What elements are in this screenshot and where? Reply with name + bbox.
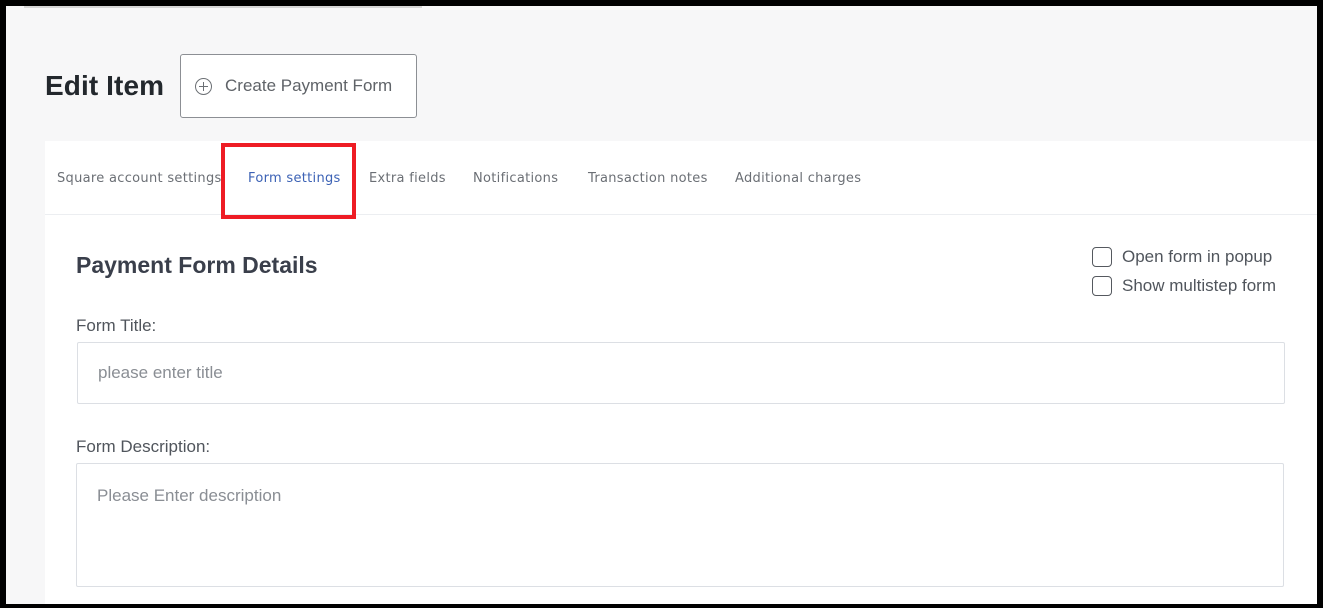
- tab-transaction-notes[interactable]: Transaction notes: [588, 171, 708, 186]
- page-title: Edit Item: [45, 70, 165, 101]
- section-title: Payment Form Details: [76, 252, 318, 278]
- form-title-label: Form Title:: [76, 316, 157, 335]
- create-payment-form-label: Create Payment Form: [225, 76, 393, 95]
- form-description-textarea[interactable]: [76, 463, 1284, 587]
- settings-panel: Square account settings Form settings Ex…: [45, 141, 1317, 604]
- top-scroll-strip: [24, 6, 422, 8]
- multistep-form-option[interactable]: Show multistep form: [1092, 276, 1276, 296]
- open-in-popup-option[interactable]: Open form in popup: [1092, 247, 1272, 267]
- create-payment-form-button[interactable]: Create Payment Form: [180, 54, 417, 118]
- tab-additional-charges[interactable]: Additional charges: [735, 171, 861, 186]
- tab-form-settings[interactable]: Form settings: [248, 171, 341, 186]
- tab-notifications[interactable]: Notifications: [473, 171, 558, 186]
- multistep-form-checkbox[interactable]: [1092, 276, 1112, 296]
- form-description-label: Form Description:: [76, 437, 211, 456]
- tab-square-account-settings[interactable]: Square account settings: [57, 171, 222, 186]
- plus-circle-icon: [195, 77, 212, 95]
- open-in-popup-checkbox[interactable]: [1092, 247, 1112, 267]
- open-in-popup-label: Open form in popup: [1122, 247, 1273, 266]
- tab-extra-fields[interactable]: Extra fields: [369, 171, 446, 186]
- multistep-form-label: Show multistep form: [1122, 276, 1276, 295]
- settings-tabs: Square account settings Form settings Ex…: [45, 141, 1317, 219]
- form-title-input[interactable]: [77, 342, 1285, 404]
- app-window: Edit Item Create Payment Form Square acc…: [6, 6, 1317, 604]
